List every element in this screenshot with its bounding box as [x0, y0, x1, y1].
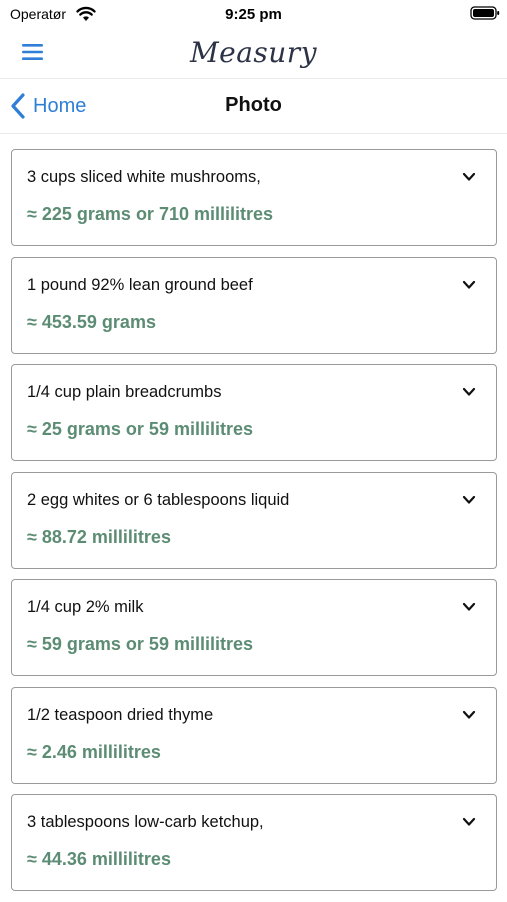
brand-title: Measury	[189, 36, 318, 69]
conversion-result: ≈ 44.36 millilitres	[27, 849, 171, 869]
navigation-bar: Home Photo	[0, 79, 507, 134]
ingredient-list: 3 cups sliced white mushrooms, ≈ 225 gram…	[11, 149, 497, 902]
ingredient-card[interactable]: 1 pound 92% lean ground beef ≈ 453.59 gra…	[11, 256, 497, 354]
page-title: Photo	[225, 94, 282, 116]
app-header: Measury	[0, 30, 507, 79]
battery-icon	[470, 6, 500, 20]
ingredient-card[interactable]: 3 cups sliced white mushrooms, ≈ 225 gram…	[11, 149, 497, 246]
ingredient-text: 1 pound 92% lean ground beef	[27, 275, 253, 294]
ingredient-text: 1/2 teaspoon dried thyme	[27, 705, 214, 724]
conversion-result: ≈ 453.59 grams	[27, 311, 156, 332]
chevron-down-icon[interactable]	[462, 280, 476, 290]
chevron-down-icon[interactable]	[462, 495, 476, 505]
conversion-result: ≈ 59 grams or 59 millilitres	[27, 634, 253, 654]
ingredient-card[interactable]: 1/4 cup plain breadcrumbs ≈ 25 grams or 5…	[11, 364, 497, 461]
chevron-down-icon[interactable]	[462, 387, 476, 397]
ingredient-text: 3 cups sliced white mushrooms,	[27, 168, 261, 186]
ingredient-text: 2 egg whites or 6 tablespoons liquid	[27, 490, 290, 509]
status-bar: Operatør 9:25 pm	[0, 0, 507, 30]
chevron-down-icon[interactable]	[462, 710, 476, 720]
chevron-down-icon[interactable]	[462, 602, 476, 612]
ingredient-card[interactable]: 2 egg whites or 6 tablespoons liquid ≈ 88…	[11, 471, 497, 569]
status-time: 9:25 pm	[225, 6, 282, 23]
ingredient-card[interactable]: 1/4 cup 2% milk ≈ 59 grams or 59 millilit…	[11, 579, 497, 676]
ingredient-text: 1/4 cup 2% milk	[27, 598, 144, 616]
ingredient-text: 3 tablespoons low-carb ketchup,	[27, 813, 264, 831]
conversion-result: ≈ 25 grams or 59 millilitres	[27, 419, 253, 439]
ingredient-card[interactable]: 3 tablespoons low-carb ketchup, ≈ 44.36 m…	[11, 794, 497, 891]
conversion-result: ≈ 2.46 millilitres	[27, 741, 161, 762]
ingredient-text: 1/4 cup plain breadcrumbs	[27, 383, 222, 401]
ingredient-card[interactable]: 1/2 teaspoon dried thyme ≈ 2.46 millilitr…	[11, 686, 497, 784]
conversion-result: ≈ 225 grams or 710 millilitres	[27, 204, 274, 224]
chevron-down-icon[interactable]	[462, 817, 476, 827]
chevron-down-icon[interactable]	[462, 172, 476, 182]
conversion-result: ≈ 88.72 millilitres	[27, 526, 171, 547]
